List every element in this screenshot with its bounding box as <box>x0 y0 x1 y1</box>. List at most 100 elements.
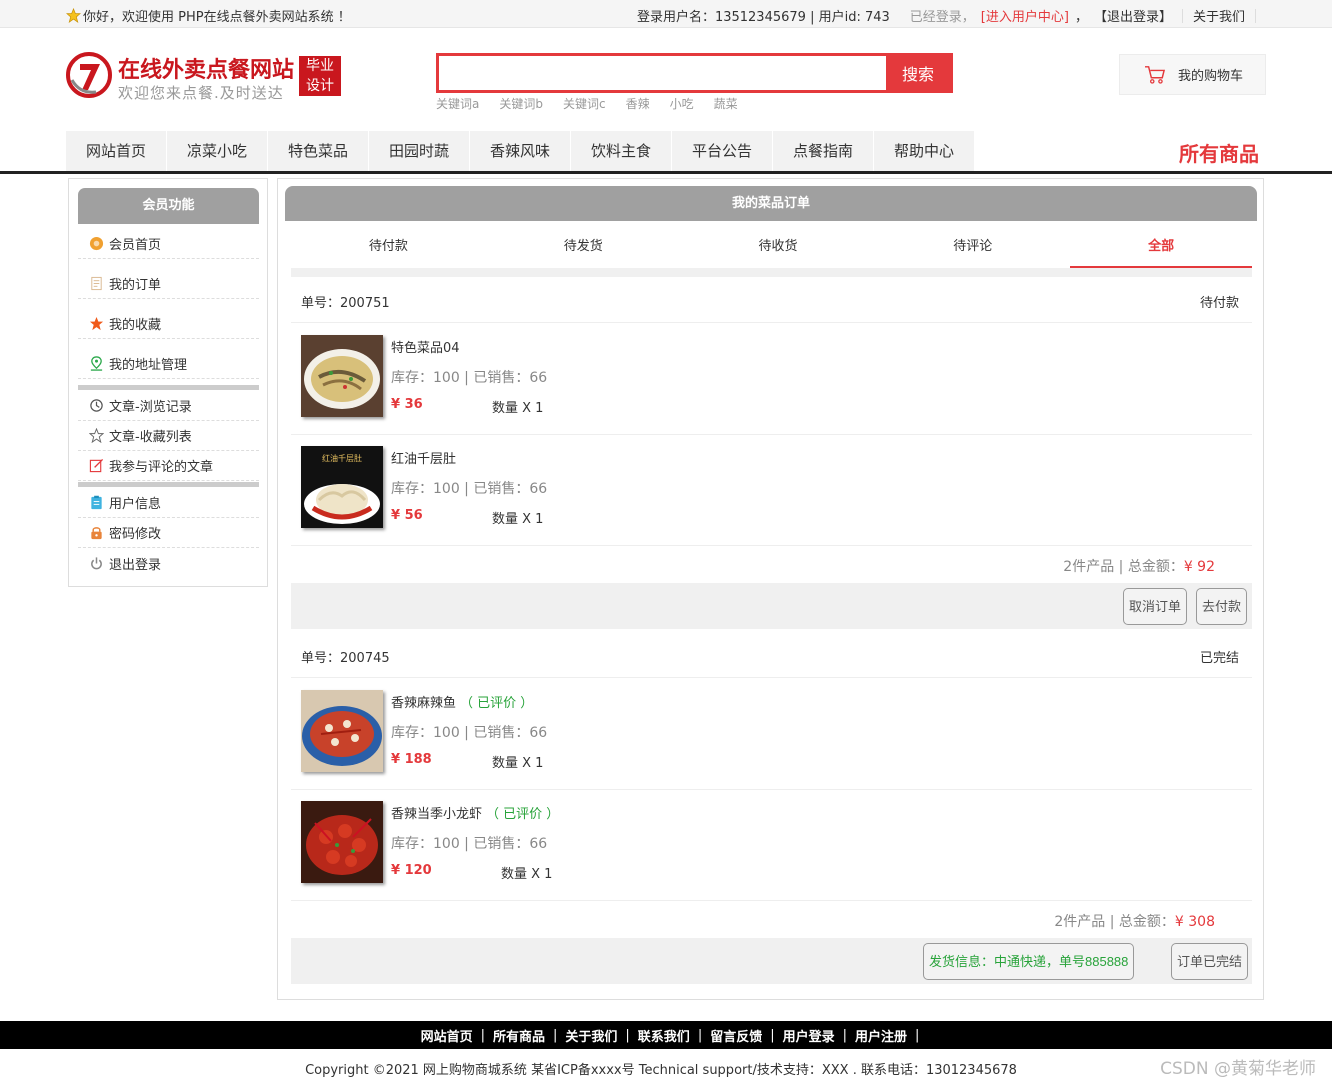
sidebar-item-label: 会员首页 <box>109 238 162 253</box>
cart-button[interactable]: 我的购物车 <box>1119 54 1266 95</box>
logo-icon <box>66 52 112 98</box>
tab-pending-shipment[interactable]: 待发货 <box>486 231 681 269</box>
all-products-link[interactable]: 所有商品 <box>1179 138 1259 167</box>
nav-item-home[interactable]: 网站首页 <box>66 131 167 171</box>
cart-label: 我的购物车 <box>1178 69 1244 84</box>
footer-link-feedback[interactable]: 留言反馈 <box>702 1026 770 1045</box>
shipping-info-button[interactable]: 发货信息：中通快递，单号885888 <box>923 943 1135 980</box>
product-name[interactable]: 红油千层肚 <box>391 448 456 467</box>
logo-badge: 毕业 设计 <box>299 56 341 96</box>
nav-item-announcements[interactable]: 平台公告 <box>672 131 773 171</box>
search-button[interactable]: 搜索 <box>886 53 950 93</box>
sidebar-item-label: 我的收藏 <box>109 318 162 333</box>
product-image[interactable]: 红油千层肚 <box>301 446 383 528</box>
product-name[interactable]: 香辣当季小龙虾（ 已评价 ） <box>391 803 559 822</box>
order-actions: 取消订单 去付款 <box>291 583 1252 629</box>
sidebar-item-my-orders[interactable]: 我的订单 <box>78 269 259 299</box>
keyword-link[interactable]: 关键词a <box>436 95 479 112</box>
sidebar-item-browse-history[interactable]: 文章-浏览记录 <box>78 391 259 421</box>
cancel-order-button[interactable]: 取消订单 <box>1123 588 1188 625</box>
order-actions: 发货信息：中通快递，单号885888 订单已完结 <box>291 938 1252 984</box>
nav-item-cold-dishes[interactable]: 凉菜小吃 <box>167 131 268 171</box>
order-icon <box>91 276 102 291</box>
sidebar-item-label: 密码修改 <box>109 527 162 542</box>
product-image[interactable] <box>301 801 383 883</box>
order-panel: 我的菜品订单 待付款 待发货 待收货 待评论 全部 单号：200751 待付款 <box>277 178 1264 1000</box>
logout-link[interactable]: 【退出登录】 <box>1094 6 1172 25</box>
product-quantity: 数量 X 1 <box>492 512 544 527</box>
product-price: ¥ 120 <box>391 863 432 878</box>
thumb-caption: 红油千层肚 <box>322 453 362 463</box>
sidebar-item-article-favorites[interactable]: 文章-收藏列表 <box>78 421 259 451</box>
nav-item-guide[interactable]: 点餐指南 <box>773 131 874 171</box>
product-stock: 库存：100 | 已销售：66 <box>391 481 548 497</box>
badge-line-1: 毕业 <box>306 58 334 74</box>
sidebar-item-label: 用户信息 <box>109 497 162 512</box>
reviewed-badge: （ 已评价 ） <box>460 696 534 711</box>
product-price: ¥ 36 <box>391 397 423 412</box>
nav-item-drinks[interactable]: 饮料主食 <box>571 131 672 171</box>
order-completed-button[interactable]: 订单已完结 <box>1171 943 1249 980</box>
footer-link-home[interactable]: 网站首页 <box>413 1026 481 1045</box>
about-link[interactable]: 关于我们 <box>1193 6 1245 25</box>
footer-link-login[interactable]: 用户登录 <box>775 1026 843 1045</box>
keyword-link[interactable]: 关键词c <box>563 95 606 112</box>
sidebar-item-label: 退出登录 <box>109 557 162 573</box>
keyword-link[interactable]: 关键词b <box>499 95 543 112</box>
panel-title: 我的菜品订单 <box>285 186 1257 221</box>
search-box: 搜索 <box>436 53 953 93</box>
product-image[interactable] <box>301 335 383 417</box>
member-sidebar: 会员功能 会员首页 我的订单 我的收藏 我的地址管理 文章-浏览记录 文章-收藏… <box>68 178 268 587</box>
product-name[interactable]: 特色菜品04 <box>391 337 460 356</box>
nav-item-vegetables[interactable]: 田园时蔬 <box>369 131 470 171</box>
tab-pending-receipt[interactable]: 待收货 <box>681 231 876 269</box>
sidebar-item-logout[interactable]: 退出登录 <box>78 548 259 578</box>
divider <box>1181 8 1183 23</box>
top-bar-right: 登录用户名：13512345679 | 用户id: 743 已经登录， [进入用… <box>637 6 1260 25</box>
product-image[interactable] <box>301 690 383 772</box>
watermark: CSDN @黄菊华老师 <box>1160 1059 1316 1079</box>
sidebar-item-user-info[interactable]: 用户信息 <box>78 488 259 518</box>
order-item: 特色菜品04 库存：100 | 已销售：66 ¥ 36 数量 X 1 <box>291 324 1252 435</box>
sidebar-item-member-home[interactable]: 会员首页 <box>78 229 259 259</box>
product-quantity: 数量 X 1 <box>492 401 544 416</box>
keyword-link[interactable]: 香辣 <box>626 95 650 112</box>
footer-links: 网站首页 | 所有商品 | 关于我们 | 联系我们 | 留言反馈 | 用户登录 … <box>0 1021 1332 1049</box>
user-center-link[interactable]: [进入用户中心] <box>981 6 1069 25</box>
keyword-link[interactable]: 蔬菜 <box>714 95 738 112</box>
order-summary-text: 2件产品 | 总金额： <box>1063 559 1184 575</box>
nav-item-spicy[interactable]: 香辣风味 <box>470 131 571 171</box>
comma: ， <box>1074 10 1088 25</box>
tab-pending-payment[interactable]: 待付款 <box>291 231 486 269</box>
nav-item-specialties[interactable]: 特色菜品 <box>268 131 369 171</box>
sidebar-item-favorites[interactable]: 我的收藏 <box>78 309 259 339</box>
edit-icon <box>89 458 104 473</box>
order-header: 单号：200751 待付款 <box>291 277 1252 323</box>
footer-link-register[interactable]: 用户注册 <box>847 1026 915 1045</box>
product-price: ¥ 56 <box>391 508 423 523</box>
footer-link-contact[interactable]: 联系我们 <box>630 1026 698 1045</box>
order-card: 单号：200745 已完结 香辣麻辣鱼（ 已评价 ） 库存：100 | 已销售：… <box>291 632 1252 984</box>
keyword-link[interactable]: 小吃 <box>670 95 694 112</box>
footer-link-products[interactable]: 所有商品 <box>485 1026 553 1045</box>
welcome-text: 你好，欢迎使用 PHP在线点餐外卖网站系统 ！ <box>83 10 351 25</box>
search-input[interactable] <box>439 56 889 90</box>
site-logo[interactable]: 在线外卖点餐网站 欢迎您来点餐.及时送达 毕业 设计 <box>66 52 356 102</box>
footer-separator: | <box>915 1027 920 1043</box>
product-stock: 库存：100 | 已销售：66 <box>391 725 548 741</box>
nav-item-help[interactable]: 帮助中心 <box>874 131 975 171</box>
tab-all[interactable]: 全部 <box>1070 231 1252 269</box>
order-summary: 2件产品 | 总金额：¥ 308 <box>1054 911 1215 931</box>
footer-link-about[interactable]: 关于我们 <box>557 1026 625 1045</box>
sidebar-item-change-password[interactable]: 密码修改 <box>78 518 259 548</box>
tab-pending-review[interactable]: 待评论 <box>875 231 1070 269</box>
order-total: ¥ 92 <box>1183 559 1215 575</box>
order-status: 待付款 <box>1199 296 1239 311</box>
sidebar-item-address[interactable]: 我的地址管理 <box>78 349 259 379</box>
sidebar-item-my-comments[interactable]: 我参与评论的文章 <box>78 451 259 481</box>
product-stock: 库存：100 | 已销售：66 <box>391 370 548 386</box>
product-name[interactable]: 香辣麻辣鱼（ 已评价 ） <box>391 692 533 711</box>
order-header: 单号：200745 已完结 <box>291 632 1252 678</box>
pay-button[interactable]: 去付款 <box>1196 588 1248 625</box>
sidebar-item-label: 文章-收藏列表 <box>109 430 192 445</box>
